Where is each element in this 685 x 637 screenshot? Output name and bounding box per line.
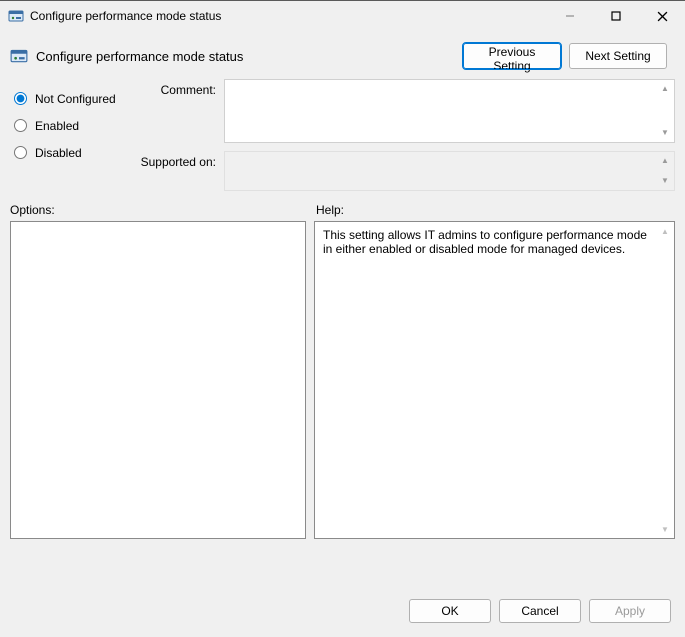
ok-button[interactable]: OK bbox=[409, 599, 491, 623]
help-scrollbar: ▲ ▼ bbox=[658, 224, 672, 536]
radio-label-not-configured[interactable]: Not Configured bbox=[35, 92, 116, 106]
help-text: This setting allows IT admins to configu… bbox=[323, 228, 647, 256]
comment-label: Comment: bbox=[144, 79, 216, 143]
titlebar: Configure performance mode status bbox=[0, 1, 685, 31]
config-area: Not Configured Enabled Disabled Comment:… bbox=[0, 73, 685, 191]
minimize-button[interactable] bbox=[547, 1, 593, 31]
help-label: Help: bbox=[310, 203, 675, 217]
setting-header: Configure performance mode status Previo… bbox=[0, 31, 685, 73]
maximize-button[interactable] bbox=[593, 1, 639, 31]
options-pane bbox=[10, 221, 306, 539]
window-controls bbox=[547, 1, 685, 31]
dialog-footer: OK Cancel Apply bbox=[0, 587, 685, 637]
radio-not-configured[interactable] bbox=[14, 92, 27, 105]
radio-disabled[interactable] bbox=[14, 146, 27, 159]
supported-on-label: Supported on: bbox=[130, 151, 216, 191]
radio-label-enabled[interactable]: Enabled bbox=[35, 119, 79, 133]
previous-setting-button[interactable]: Previous Setting bbox=[463, 43, 561, 69]
scroll-down-icon[interactable]: ▼ bbox=[658, 126, 672, 140]
pane-labels: Options: Help: bbox=[0, 191, 685, 221]
supported-scroll: ▲ ▼ bbox=[658, 154, 672, 188]
panes: This setting allows IT admins to configu… bbox=[0, 221, 685, 587]
setting-title: Configure performance mode status bbox=[36, 49, 243, 64]
gpo-setting-dialog: Configure performance mode status bbox=[0, 0, 685, 637]
supported-on-field: ▲ ▼ bbox=[224, 151, 675, 191]
next-setting-button[interactable]: Next Setting bbox=[569, 43, 667, 69]
scroll-up-icon[interactable]: ▲ bbox=[658, 224, 672, 238]
comment-field[interactable]: ▲ ▼ bbox=[224, 79, 675, 143]
window-title: Configure performance mode status bbox=[30, 9, 547, 23]
policy-icon bbox=[8, 8, 24, 24]
options-label: Options: bbox=[10, 203, 310, 217]
close-button[interactable] bbox=[639, 1, 685, 31]
scroll-down-icon[interactable]: ▼ bbox=[658, 174, 672, 188]
cancel-button[interactable]: Cancel bbox=[499, 599, 581, 623]
comment-scroll: ▲ ▼ bbox=[658, 82, 672, 140]
scroll-up-icon[interactable]: ▲ bbox=[658, 82, 672, 96]
radio-label-disabled[interactable]: Disabled bbox=[35, 146, 82, 160]
help-pane: This setting allows IT admins to configu… bbox=[314, 221, 675, 539]
radio-enabled[interactable] bbox=[14, 119, 27, 132]
state-radio-group: Not Configured Enabled Disabled bbox=[14, 79, 144, 191]
policy-icon bbox=[10, 47, 28, 65]
scroll-down-icon[interactable]: ▼ bbox=[658, 522, 672, 536]
scroll-up-icon[interactable]: ▲ bbox=[658, 154, 672, 168]
apply-button: Apply bbox=[589, 599, 671, 623]
